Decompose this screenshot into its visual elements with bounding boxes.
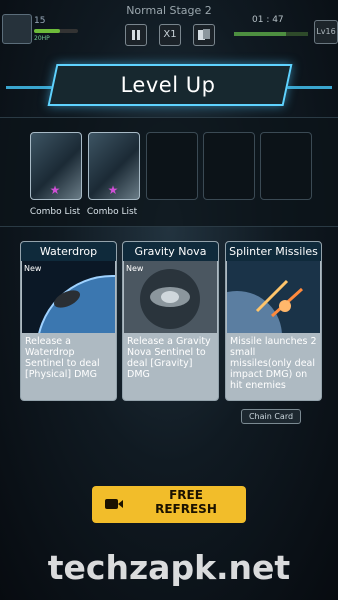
- combo-list-label[interactable]: Combo List: [84, 207, 140, 217]
- hp-label: 20HP: [34, 35, 50, 42]
- level-badge: Lv16: [314, 20, 338, 44]
- skill-card-splinter-missiles[interactable]: Splinter Missiles Missile launches 2 sma…: [225, 241, 322, 401]
- chain-card-button[interactable]: Chain Card: [241, 409, 301, 424]
- cards-icon: [198, 29, 210, 40]
- new-badge: New: [24, 264, 42, 273]
- combo-slot-5: [260, 132, 312, 200]
- card-title: Splinter Missiles: [226, 242, 321, 261]
- hp-bar: [34, 29, 78, 33]
- combo-slot-4: [203, 132, 255, 200]
- free-refresh-label[interactable]: FREE REFRESH: [140, 488, 232, 516]
- combo-star-icon: ★: [107, 183, 119, 197]
- card-description: Release a Waterdrop Sentinel to deal [Ph…: [25, 336, 100, 380]
- combo-list-label[interactable]: Combo List: [27, 207, 83, 217]
- card-title: Gravity Nova: [123, 242, 218, 261]
- speed-button[interactable]: X1: [159, 24, 181, 46]
- banner-right-wing: [286, 86, 332, 89]
- level-up-title: Level Up: [120, 73, 216, 97]
- hp-bar-fill: [34, 29, 61, 33]
- skill-card-waterdrop[interactable]: Waterdrop New Release a Waterdrop Sentin…: [20, 241, 117, 401]
- new-badge: New: [126, 264, 144, 273]
- card-title: Waterdrop: [21, 242, 116, 261]
- hp-value: 15: [34, 16, 46, 26]
- splinter-missiles-art: [227, 261, 320, 333]
- timer-bar: [234, 32, 308, 36]
- banner-left-wing: [6, 86, 52, 89]
- watermark-text: techzapk.net: [47, 548, 291, 587]
- video-camera-icon: [105, 499, 123, 509]
- pause-icon: [132, 30, 140, 40]
- combo-slot-3: [146, 132, 198, 200]
- skill-card-gravity-nova[interactable]: Gravity Nova New Release a Gravity Nova …: [122, 241, 219, 401]
- player-avatar[interactable]: [2, 14, 32, 44]
- cards-button[interactable]: [193, 24, 215, 46]
- card-description: Missile launches 2 small missiles(only d…: [230, 336, 317, 391]
- stage-title: Normal Stage 2: [126, 4, 212, 17]
- card-description: Release a Gravity Nova Sentinel to deal …: [127, 336, 211, 380]
- timer: 01 : 47: [252, 15, 284, 25]
- timer-bar-fill: [234, 32, 286, 36]
- pause-button[interactable]: [125, 24, 147, 46]
- combo-star-icon: ★: [49, 183, 61, 197]
